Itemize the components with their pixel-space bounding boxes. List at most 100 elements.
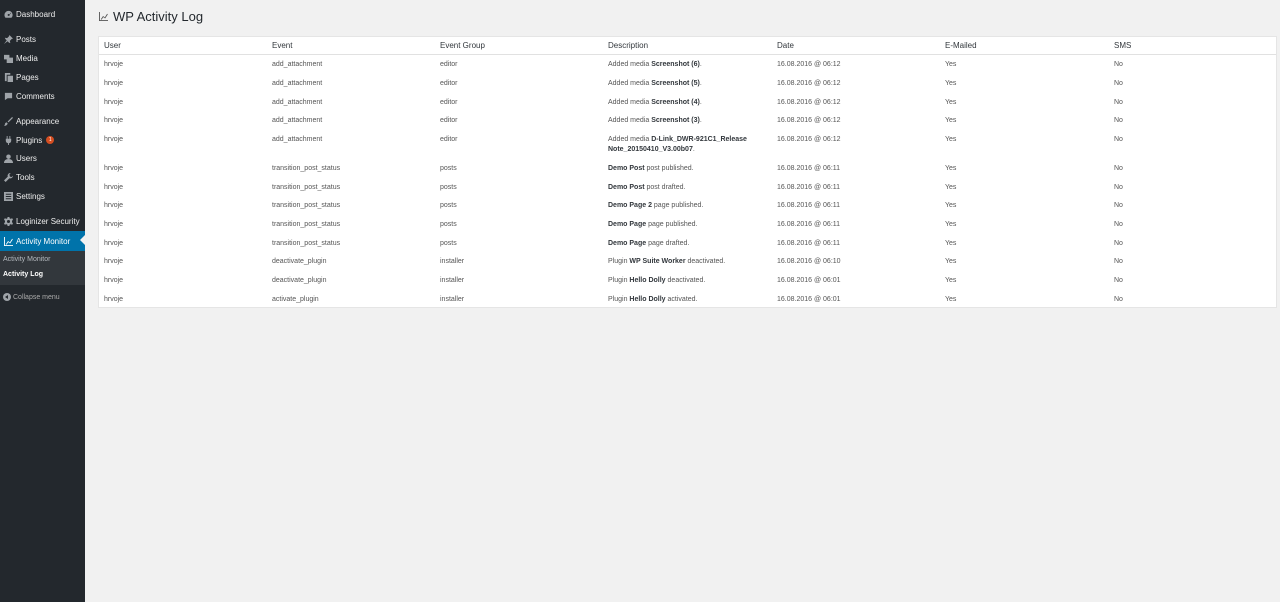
cell-description: Demo Post post drafted.	[608, 183, 760, 193]
description-prefix: Added media	[608, 61, 652, 68]
cell-user: hrvoje	[104, 202, 124, 209]
sidebar-item-label: Appearance	[16, 116, 60, 126]
cell-event: add_attachment	[272, 80, 323, 87]
sidebar-item-loginizer-security[interactable]: Loginizer Security	[0, 212, 85, 230]
cell-emailed: Yes	[945, 240, 957, 247]
sidebar-item-plugins[interactable]: Plugins 1	[0, 131, 85, 149]
cell-event-group: posts	[440, 240, 457, 247]
cell-user: hrvoje	[104, 117, 124, 124]
description-subject: Screenshot (4)	[651, 99, 700, 106]
cell-event: activate_plugin	[272, 296, 319, 303]
description-subject: Demo Post	[608, 165, 645, 172]
cell-user: hrvoje	[104, 165, 124, 172]
brush-icon	[0, 116, 16, 126]
cell-event-group: installer	[440, 258, 465, 265]
sidebar-item-users[interactable]: Users	[0, 149, 85, 167]
cell-description: Demo Page 2 page published.	[608, 201, 760, 211]
description-prefix: Added media	[608, 99, 652, 106]
cell-event-group: posts	[440, 221, 457, 228]
cell-sms: No	[1114, 165, 1123, 172]
table-header: User Event Event Group Description Date …	[99, 37, 1276, 55]
cell-description: Plugin Hello Dolly deactivated.	[608, 276, 760, 286]
sidebar-item-appearance[interactable]: Appearance	[0, 112, 85, 130]
cell-user: hrvoje	[104, 136, 124, 143]
column-header-user[interactable]: User	[104, 41, 121, 50]
collapse-menu-button[interactable]: Collapse menu	[0, 290, 60, 304]
cell-sms: No	[1114, 117, 1123, 124]
cell-user: hrvoje	[104, 80, 124, 87]
cell-user: hrvoje	[104, 277, 124, 284]
description-subject: Screenshot (3)	[651, 117, 700, 124]
sidebar-item-label: Plugins	[16, 135, 43, 145]
cell-date: 16.08.2016 @ 06:11	[777, 165, 841, 172]
sidebar-item-label: Posts	[16, 34, 37, 44]
cell-emailed: Yes	[945, 99, 957, 106]
cell-description: Plugin WP Suite Worker deactivated.	[608, 257, 760, 267]
cell-date: 16.08.2016 @ 06:12	[777, 136, 841, 143]
sidebar-item-tools[interactable]: Tools	[0, 168, 85, 186]
column-header-emailed[interactable]: E-Mailed	[945, 41, 977, 50]
cell-event-group: posts	[440, 184, 457, 191]
sidebar-item-pages[interactable]: Pages	[0, 68, 85, 86]
sidebar-item-label: Comments	[16, 91, 55, 101]
description-subject: WP Suite Worker	[629, 258, 686, 265]
cell-event-group: editor	[440, 99, 458, 106]
description-subject: Demo Page 2	[608, 202, 652, 209]
cell-sms: No	[1114, 80, 1123, 87]
column-header-date[interactable]: Date	[777, 41, 794, 50]
cell-event: transition_post_status	[272, 202, 341, 209]
cell-event-group: editor	[440, 136, 458, 143]
pin-icon	[0, 34, 16, 44]
cell-description: Plugin Hello Dolly activated.	[608, 295, 760, 305]
cell-date: 16.08.2016 @ 06:11	[777, 184, 841, 191]
chart-icon	[99, 12, 108, 21]
cell-date: 16.08.2016 @ 06:10	[777, 258, 841, 265]
column-header-description[interactable]: Description	[608, 41, 648, 50]
cell-sms: No	[1114, 202, 1123, 209]
cell-event: add_attachment	[272, 136, 323, 143]
sidebar-item-activity-monitor[interactable]: Activity Monitor	[0, 231, 85, 251]
cell-user: hrvoje	[104, 258, 124, 265]
submenu-item-activity-log[interactable]: Activity Log	[3, 271, 43, 278]
cell-event-group: installer	[440, 296, 465, 303]
collapse-menu-label: Collapse menu	[13, 293, 60, 301]
column-header-event[interactable]: Event	[272, 41, 292, 50]
page-title: WP Activity Log	[113, 9, 204, 24]
cell-event: add_attachment	[272, 61, 323, 68]
dashboard-icon	[0, 10, 16, 19]
cell-event-group: editor	[440, 117, 458, 124]
cell-date: 16.08.2016 @ 06:11	[777, 221, 841, 228]
collapse-icon	[0, 293, 13, 302]
description-subject: Demo Page	[608, 240, 647, 247]
description-subject: Hello Dolly	[629, 277, 666, 284]
column-header-event-group[interactable]: Event Group	[440, 41, 485, 50]
description-suffix: .	[699, 80, 702, 87]
cell-emailed: Yes	[945, 136, 957, 143]
cell-date: 16.08.2016 @ 06:12	[777, 80, 841, 87]
description-subject: Screenshot (6)	[651, 61, 700, 68]
admin-sidebar: Dashboard Posts Media Pages Comments App…	[0, 0, 85, 602]
cell-sms: No	[1114, 221, 1123, 228]
comment-icon	[0, 92, 16, 101]
cell-event: add_attachment	[272, 99, 323, 106]
sidebar-item-posts[interactable]: Posts	[0, 30, 85, 48]
column-header-sms[interactable]: SMS	[1114, 41, 1131, 50]
cell-sms: No	[1114, 296, 1123, 303]
sidebar-item-comments[interactable]: Comments	[0, 87, 85, 105]
cell-emailed: Yes	[945, 277, 957, 284]
description-prefix: Added media	[608, 80, 652, 87]
sidebar-item-dashboard[interactable]: Dashboard	[0, 5, 85, 23]
cell-date: 16.08.2016 @ 06:11	[777, 240, 841, 247]
sidebar-item-label: Settings	[16, 191, 45, 201]
description-suffix: post published.	[644, 165, 694, 172]
submenu-item-activity-monitor[interactable]: Activity Monitor	[3, 256, 50, 263]
cell-event-group: posts	[440, 202, 457, 209]
cell-sms: No	[1114, 136, 1123, 143]
sidebar-item-settings[interactable]: Settings	[0, 187, 85, 205]
activity-log-table: User Event Event Group Description Date …	[98, 36, 1277, 308]
cell-date: 16.08.2016 @ 06:01	[777, 296, 841, 303]
cell-emailed: Yes	[945, 221, 957, 228]
description-subject: Demo Page	[608, 221, 647, 228]
description-prefix: Added media	[608, 117, 652, 124]
sidebar-item-media[interactable]: Media	[0, 49, 85, 67]
